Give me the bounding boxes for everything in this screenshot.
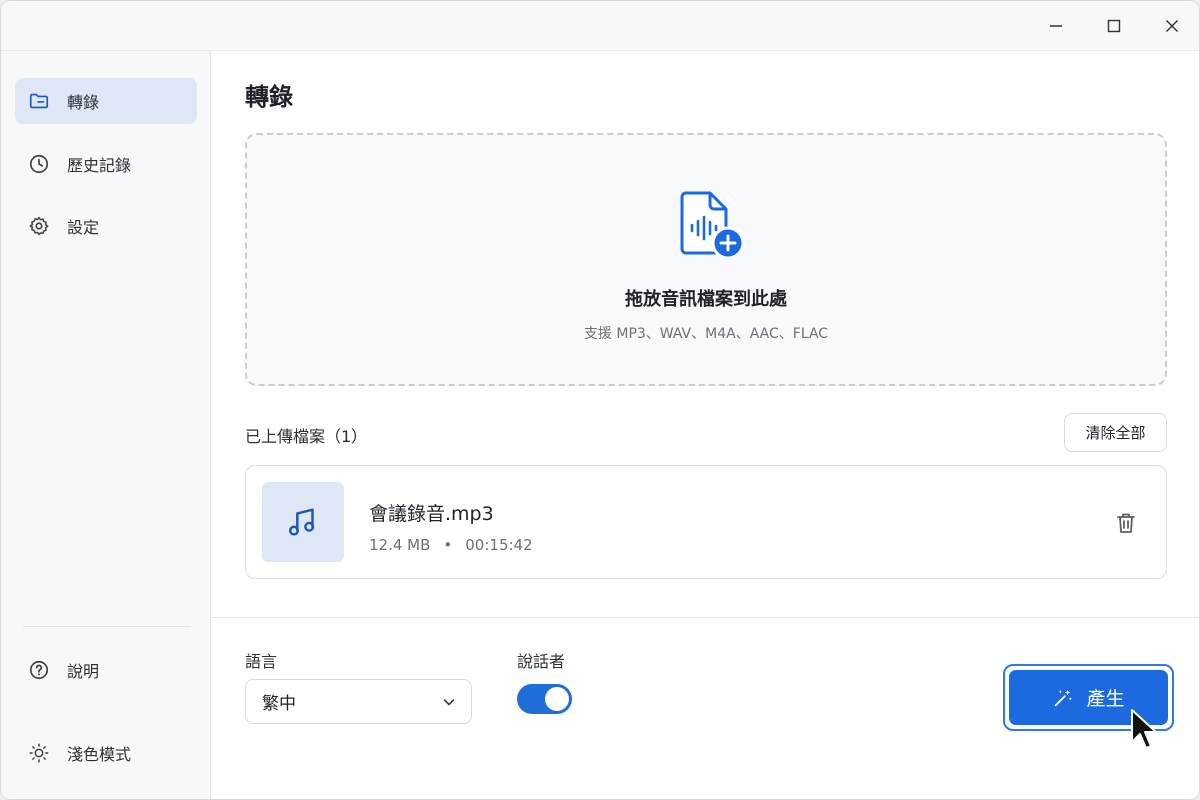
sidebar-item-label: 設定 xyxy=(67,218,100,237)
clock-icon xyxy=(27,152,51,176)
audio-dropzone[interactable]: 拖放音訊檔案到此處 支援 MP3、WAV、M4A、AAC、FLAC xyxy=(245,133,1167,386)
sidebar-item-label: 說明 xyxy=(67,662,100,681)
minimize-icon xyxy=(1050,25,1062,27)
app-window: 轉錄 歷史記錄 設定 說明 淺色模式 轉錄 拖放音訊檔案到此處 支援 MP3、W… xyxy=(0,0,1200,800)
sidebar-item-history[interactable]: 歷史記錄 xyxy=(15,141,197,187)
help-icon xyxy=(27,658,51,682)
minimize-button[interactable] xyxy=(1027,1,1085,51)
maximize-button[interactable] xyxy=(1085,1,1143,51)
sidebar-item-help[interactable]: 說明 xyxy=(15,647,197,693)
file-thumbnail xyxy=(262,482,344,562)
file-meta: 12.4 MB • 00:15:42 xyxy=(369,536,533,554)
meta-separator: • xyxy=(443,536,453,554)
language-value: 繁中 xyxy=(262,694,296,714)
section-divider xyxy=(212,617,1199,618)
clear-all-button[interactable]: 清除全部 xyxy=(1064,413,1167,452)
sidebar-item-transcribe[interactable]: 轉錄 xyxy=(15,78,197,124)
uploaded-files-label: 已上傳檔案（1） xyxy=(245,427,368,446)
folder-icon xyxy=(27,89,51,113)
sidebar: 轉錄 歷史記錄 設定 說明 淺色模式 xyxy=(1,51,211,799)
sun-icon xyxy=(27,741,51,765)
generate-label: 產生 xyxy=(1086,688,1125,710)
file-card: 會議錄音.mp3 12.4 MB • 00:15:42 xyxy=(245,465,1167,579)
speakers-toggle[interactable] xyxy=(517,684,572,714)
audio-file-add-icon xyxy=(680,191,745,260)
page-title: 轉錄 xyxy=(245,83,293,111)
gear-icon xyxy=(27,214,51,238)
speakers-label: 說話者 xyxy=(517,652,566,671)
sidebar-item-label: 歷史記錄 xyxy=(67,156,132,175)
sidebar-item-settings[interactable]: 設定 xyxy=(15,203,197,249)
music-note-icon xyxy=(288,508,315,536)
maximize-icon xyxy=(1107,19,1121,33)
file-size: 12.4 MB xyxy=(369,536,431,554)
close-button[interactable] xyxy=(1143,1,1199,51)
magic-wand-icon xyxy=(1055,689,1073,706)
dropzone-subtitle: 支援 MP3、WAV、M4A、AAC、FLAC xyxy=(583,326,829,342)
dropzone-title: 拖放音訊檔案到此處 xyxy=(625,289,787,310)
file-duration: 00:15:42 xyxy=(465,536,533,554)
language-label: 語言 xyxy=(245,652,278,671)
trash-icon[interactable] xyxy=(1113,510,1139,536)
sidebar-divider xyxy=(23,626,191,627)
file-name: 會議錄音.mp3 xyxy=(369,503,494,525)
sidebar-item-label: 轉錄 xyxy=(67,93,100,112)
close-icon xyxy=(1166,20,1178,32)
title-bar xyxy=(1,1,1199,51)
toggle-knob xyxy=(545,687,569,711)
sidebar-item-label: 淺色模式 xyxy=(67,745,132,764)
chevron-down-icon xyxy=(443,699,455,706)
mouse-cursor-icon xyxy=(1131,709,1157,749)
window-controls xyxy=(1027,1,1199,51)
main-panel: 轉錄 拖放音訊檔案到此處 支援 MP3、WAV、M4A、AAC、FLAC 已上傳 xyxy=(212,51,1199,799)
theme-toggle[interactable]: 淺色模式 xyxy=(15,730,197,776)
language-select[interactable]: 繁中 xyxy=(245,679,472,724)
